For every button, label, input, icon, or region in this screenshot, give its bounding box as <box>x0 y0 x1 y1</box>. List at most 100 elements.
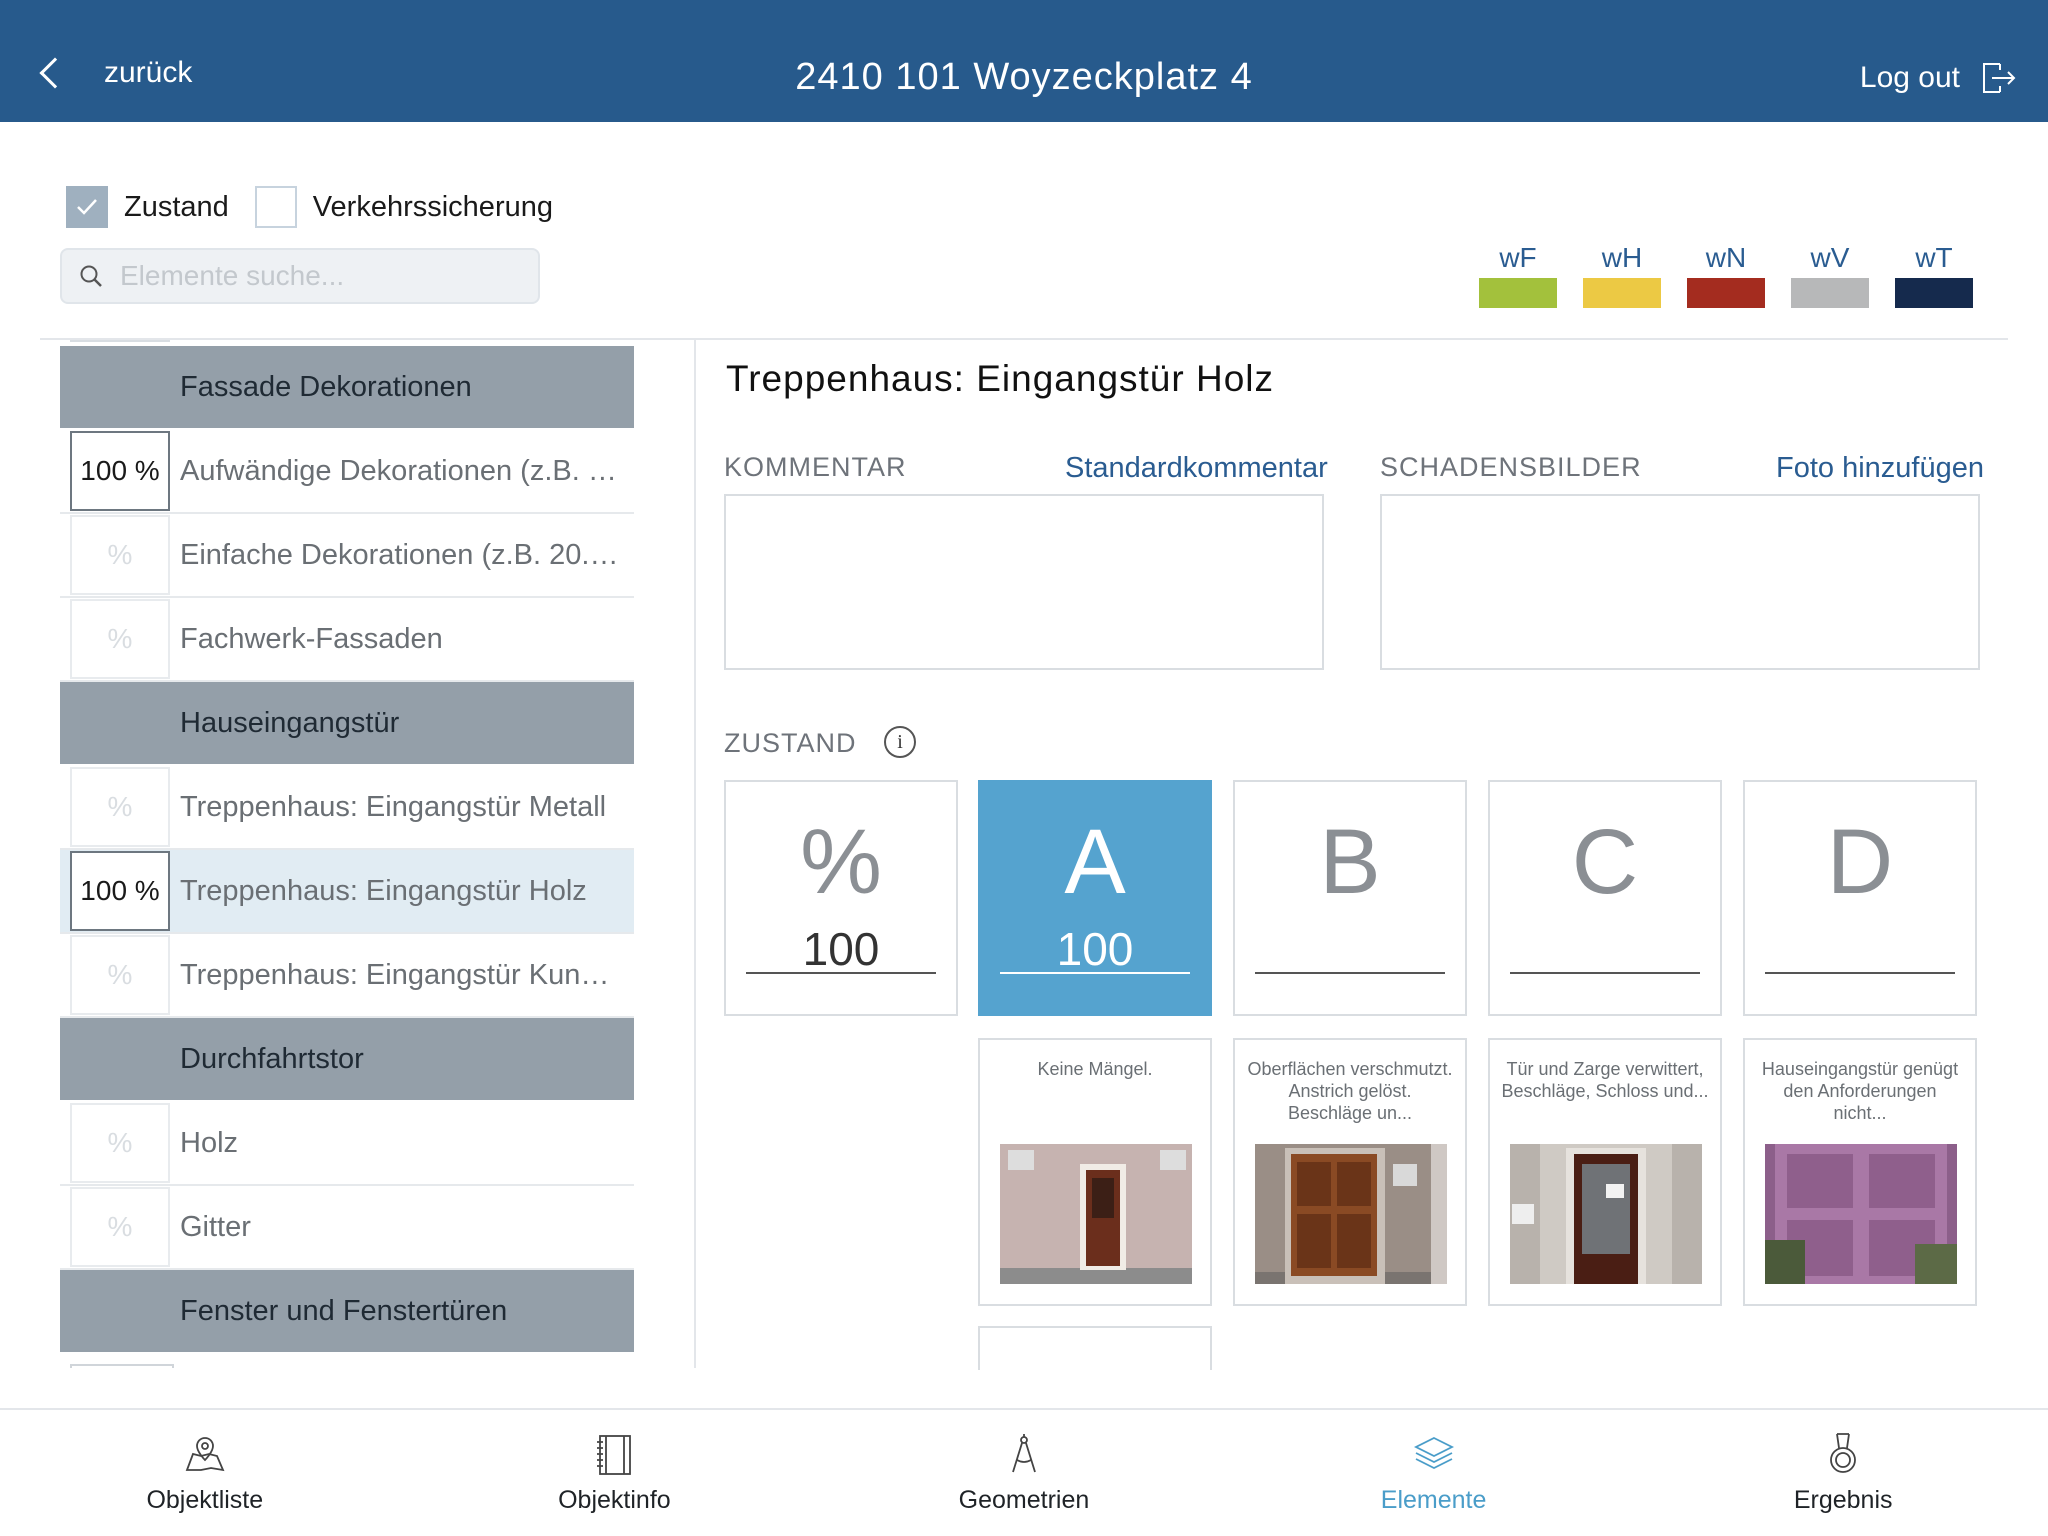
description-card[interactable]: Oberflächen verschmutzt. Anstrich gelöst… <box>1233 1038 1467 1306</box>
percentage-field[interactable]: % <box>70 935 170 1015</box>
list-item-selected[interactable]: 100 % Treppenhaus: Eingangstür Holz <box>60 850 634 934</box>
list-item-label: Holz <box>180 1126 239 1159</box>
search-icon <box>80 265 102 287</box>
description-text: Oberflächen verschmutzt. Anstrich gelöst… <box>1247 1059 1453 1123</box>
percentage-field[interactable]: % <box>70 1187 170 1267</box>
percentage-field[interactable]: 100 % <box>70 431 170 511</box>
legend-item-wv: wV <box>1778 242 1882 308</box>
description-card-partial <box>978 1326 1212 1370</box>
category-label: Durchfahrtstor <box>180 1042 364 1075</box>
list-item[interactable]: % Holz <box>60 1102 634 1186</box>
category-label: Fenster und Fenstertüren <box>180 1294 508 1327</box>
list-item-label: Treppenhaus: Eingangstür Holz <box>180 874 587 907</box>
list-item-label: Aufwändige Dekorationen (z.B. G... <box>180 454 620 487</box>
list-item[interactable]: % Treppenhaus: Eingangstür Metall <box>60 766 634 850</box>
category-header[interactable]: Fassade Dekorationen <box>60 346 634 430</box>
grade-value-field[interactable] <box>1765 922 1955 974</box>
list-item[interactable]: % Treppenhaus: Eingangstür Kunst... <box>60 934 634 1018</box>
element-title: Treppenhaus: Eingangstür Holz <box>726 358 1274 399</box>
grade-letter: % <box>800 811 882 913</box>
list-item-label: Treppenhaus: Eingangstür Metall <box>180 790 607 823</box>
list-item[interactable]: % Einfache Dekorationen (z.B. 20. J... <box>60 514 634 598</box>
list-item[interactable]: 100 % Aufwändige Dekorationen (z.B. G... <box>60 430 634 514</box>
grade-value-field[interactable]: 100 <box>746 922 936 975</box>
grade-letter: D <box>1826 811 1894 913</box>
schadensbilder-label: SCHADENSBILDER <box>1380 452 1642 482</box>
legend-swatch <box>1791 278 1869 308</box>
legend-swatch <box>1687 278 1765 308</box>
description-text: Hauseingangstür genügt den Anforderungen… <box>1761 1059 1959 1123</box>
list-item-label: Einfache Dekorationen (z.B. 20. J... <box>180 538 620 571</box>
description-card[interactable]: Hauseingangstür genügt den Anforderungen… <box>1743 1038 1977 1306</box>
door-photo <box>1510 1144 1702 1284</box>
element-list: Fassade Dekorationen 100 % Aufwändige Deko… <box>60 340 634 1368</box>
list-item-label: Gitter <box>180 1210 251 1243</box>
percentage-field[interactable]: 100 % <box>70 851 170 931</box>
percentage-field[interactable]: % <box>70 515 170 595</box>
legend-label: wN <box>1705 242 1747 273</box>
category-header[interactable]: Hauseingangstür <box>60 682 634 766</box>
category-header[interactable]: Durchfahrtstor <box>60 1018 634 1102</box>
tab-ergebnis[interactable]: Ergebnis <box>1638 1410 2048 1536</box>
medal-icon <box>1830 1433 1857 1473</box>
tab-objektinfo[interactable]: Objektinfo <box>410 1410 820 1536</box>
notebook-icon <box>597 1435 632 1475</box>
tab-elemente[interactable]: Elemente <box>1229 1410 1639 1536</box>
percentage-field[interactable]: % <box>70 767 170 847</box>
percentage-field[interactable]: % <box>70 1103 170 1183</box>
standardkommentar-link[interactable]: Standardkommentar <box>1065 452 1328 485</box>
chevron-left-icon <box>39 57 71 89</box>
layers-icon <box>1413 1436 1454 1470</box>
grade-value-field[interactable]: 100 <box>1000 922 1190 975</box>
condition-legend: wF wH wN wV wT <box>1466 242 1986 308</box>
kommentar-label: KOMMENTAR <box>724 452 907 482</box>
zustand-checkbox[interactable] <box>66 186 108 228</box>
foto-hinzufuegen-link[interactable]: Foto hinzufügen <box>1776 452 1984 485</box>
verkehrssicherung-label: Verkehrssicherung <box>312 190 553 223</box>
logout-icon <box>1983 63 2016 93</box>
list-item-label: Treppenhaus: Eingangstür Kunst... <box>180 958 620 991</box>
kommentar-field[interactable] <box>724 494 1324 670</box>
check-icon <box>77 199 97 215</box>
list-item-partial <box>60 1354 634 1368</box>
schadensbilder-area[interactable] <box>1380 494 1980 670</box>
legend-item-wh: wH <box>1570 242 1674 308</box>
grade-card-b[interactable]: B <box>1233 780 1467 1016</box>
legend-swatch <box>1583 278 1661 308</box>
description-card[interactable]: Keine Mängel. <box>978 1038 1212 1306</box>
grade-card-c[interactable]: C <box>1488 780 1722 1016</box>
grade-card-d[interactable]: D <box>1743 780 1977 1016</box>
category-label: Hauseingangstür <box>180 706 400 739</box>
verkehrssicherung-checkbox[interactable] <box>254 186 297 228</box>
grade-card-a[interactable]: A 100 <box>978 780 1212 1016</box>
category-header[interactable]: Fenster und Fenstertüren <box>60 1270 634 1354</box>
grade-value-field[interactable] <box>1510 922 1700 974</box>
tab-geometrien[interactable]: Geometrien <box>819 1410 1229 1536</box>
logout-label: Log out <box>1859 61 1960 94</box>
logout-button[interactable]: Log out <box>1860 58 2018 98</box>
back-button[interactable]: zurück <box>36 56 192 90</box>
grade-value-field[interactable] <box>1255 922 1445 974</box>
list-item-label: Fachwerk-Fassaden <box>180 622 443 655</box>
tab-label: Elemente <box>1380 1486 1487 1514</box>
top-bar: zurück 2410 101 Woyzeckplatz 4 Log out <box>0 0 2048 122</box>
legend-swatch <box>1895 278 1973 308</box>
legend-label: wF <box>1499 242 1537 273</box>
grade-card-percent[interactable]: % 100 <box>724 780 958 1016</box>
legend-label: wV <box>1810 242 1850 273</box>
list-item[interactable]: % Gitter <box>60 1186 634 1270</box>
door-photo <box>1000 1144 1192 1284</box>
description-card[interactable]: Tür und Zarge verwittert, Beschläge, Sch… <box>1488 1038 1722 1306</box>
legend-swatch <box>1479 278 1557 308</box>
divider <box>694 340 696 1368</box>
description-text: Keine Mängel. <box>1037 1059 1153 1079</box>
compass-icon <box>1012 1434 1036 1473</box>
description-text: Tür und Zarge verwittert, Beschläge, Sch… <box>1501 1059 1709 1101</box>
tab-objektliste[interactable]: Objektliste <box>0 1410 410 1536</box>
percentage-field[interactable]: % <box>70 599 170 679</box>
search-input[interactable] <box>120 260 510 292</box>
door-photo <box>1765 1144 1957 1284</box>
info-icon[interactable]: i <box>884 726 916 758</box>
bottom-tab-bar: Objektliste Objektinfo Geometrien Elemen… <box>0 1408 2048 1536</box>
list-item[interactable]: % Fachwerk-Fassaden <box>60 598 634 682</box>
